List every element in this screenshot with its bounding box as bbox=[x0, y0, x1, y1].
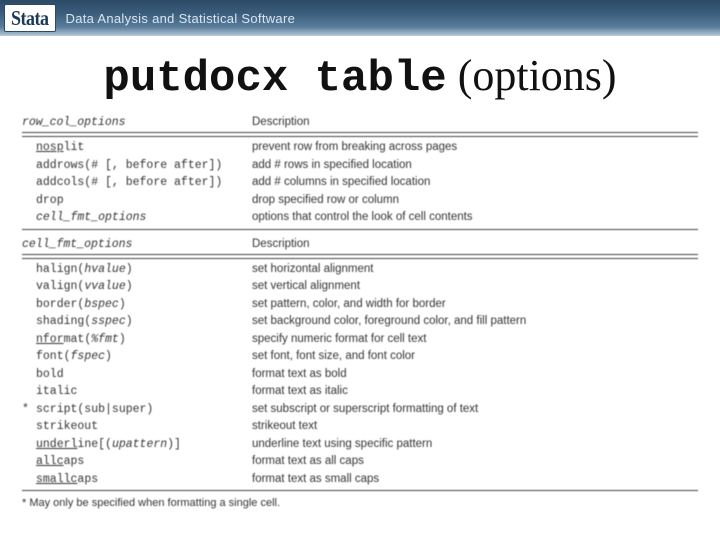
row-marker bbox=[22, 210, 36, 226]
page-title: putdocx table (options) bbox=[0, 50, 720, 104]
logo-box: Stata bbox=[4, 4, 56, 32]
row-marker bbox=[22, 332, 36, 348]
option-name: italic bbox=[36, 384, 252, 400]
option-name: addrows(# [, before after]) bbox=[36, 158, 252, 174]
option-description: drop specified row or column bbox=[252, 193, 399, 209]
option-description: set vertical alignment bbox=[252, 279, 360, 295]
section-body: halign(hvalue)set horizontal alignmentva… bbox=[22, 258, 698, 489]
title-suffix: (options) bbox=[458, 51, 617, 100]
option-row: italicformat text as italic bbox=[22, 383, 698, 401]
option-row: border(bspec)set pattern, color, and wid… bbox=[22, 296, 698, 314]
section-body: nosplitprevent row from breaking across … bbox=[22, 136, 698, 227]
tagline: Data Analysis and Statistical Software bbox=[66, 11, 296, 26]
row-marker bbox=[22, 314, 36, 330]
option-row: addrows(# [, before after])add # rows in… bbox=[22, 157, 698, 175]
option-name: bold bbox=[36, 367, 252, 383]
option-description: add # rows in specified location bbox=[252, 158, 412, 174]
option-name: addcols(# [, before after]) bbox=[36, 175, 252, 191]
option-name: nosplit bbox=[36, 140, 252, 156]
title-command: putdocx table bbox=[103, 54, 446, 104]
option-description: set background color, foreground color, … bbox=[252, 314, 526, 330]
option-name: allcaps bbox=[36, 454, 252, 470]
row-marker bbox=[22, 140, 36, 156]
option-row: shading(sspec)set background color, fore… bbox=[22, 313, 698, 331]
option-name: font(fspec) bbox=[36, 349, 252, 365]
option-description: strikeout text bbox=[252, 419, 317, 435]
option-row: strikeoutstrikeout text bbox=[22, 418, 698, 436]
option-description: format text as bold bbox=[252, 367, 347, 383]
section-header-col2: Description bbox=[252, 116, 310, 129]
section-header-col1: cell_fmt_options bbox=[22, 238, 252, 251]
section-divider bbox=[22, 229, 698, 230]
section-header-col2: Description bbox=[252, 238, 310, 251]
logo-text: Stata bbox=[11, 9, 49, 27]
row-marker bbox=[22, 158, 36, 174]
option-name: halign(hvalue) bbox=[36, 262, 252, 278]
options-content: row_col_optionsDescriptionnosplitprevent… bbox=[0, 110, 720, 509]
option-name: valign(vvalue) bbox=[36, 279, 252, 295]
row-marker: * bbox=[22, 402, 36, 418]
row-marker bbox=[22, 193, 36, 209]
option-row: dropdrop specified row or column bbox=[22, 192, 698, 210]
option-description: specify numeric format for cell text bbox=[252, 332, 426, 348]
row-marker bbox=[22, 454, 36, 470]
row-marker bbox=[22, 437, 36, 453]
row-marker bbox=[22, 419, 36, 435]
section-header: row_col_optionsDescription bbox=[22, 110, 698, 133]
option-name: script(sub|super) bbox=[36, 402, 252, 418]
option-description: format text as small caps bbox=[252, 472, 379, 488]
option-row: nformat(%fmt)specify numeric format for … bbox=[22, 331, 698, 349]
option-description: format text as italic bbox=[252, 384, 348, 400]
option-row: font(fspec)set font, font size, and font… bbox=[22, 348, 698, 366]
option-name: cell_fmt_options bbox=[36, 210, 252, 226]
row-marker bbox=[22, 262, 36, 278]
option-row: underline[(upattern)]underline text usin… bbox=[22, 436, 698, 454]
option-description: format text as all caps bbox=[252, 454, 364, 470]
option-row: nosplitprevent row from breaking across … bbox=[22, 139, 698, 157]
option-row: boldformat text as bold bbox=[22, 366, 698, 384]
option-name: shading(sspec) bbox=[36, 314, 252, 330]
option-description: underline text using specific pattern bbox=[252, 437, 432, 453]
option-row: valign(vvalue)set vertical alignment bbox=[22, 278, 698, 296]
option-name: nformat(%fmt) bbox=[36, 332, 252, 348]
section-header-col1: row_col_options bbox=[22, 116, 252, 129]
row-marker bbox=[22, 297, 36, 313]
footnote: * May only be specified when formatting … bbox=[22, 491, 698, 509]
row-marker bbox=[22, 384, 36, 400]
app-header: Stata Data Analysis and Statistical Soft… bbox=[0, 0, 720, 36]
option-name: underline[(upattern)] bbox=[36, 437, 252, 453]
option-row: *script(sub|super)set subscript or super… bbox=[22, 401, 698, 419]
row-marker bbox=[22, 349, 36, 365]
option-row: allcapsformat text as all caps bbox=[22, 453, 698, 471]
option-name: border(bspec) bbox=[36, 297, 252, 313]
option-description: add # columns in specified location bbox=[252, 175, 430, 191]
option-description: set font, font size, and font color bbox=[252, 349, 415, 365]
row-marker bbox=[22, 472, 36, 488]
row-marker bbox=[22, 367, 36, 383]
row-marker bbox=[22, 175, 36, 191]
option-row: addcols(# [, before after])add # columns… bbox=[22, 174, 698, 192]
option-name: strikeout bbox=[36, 419, 252, 435]
option-description: set horizontal alignment bbox=[252, 262, 373, 278]
option-row: cell_fmt_optionsoptions that control the… bbox=[22, 209, 698, 227]
row-marker bbox=[22, 279, 36, 295]
option-row: halign(hvalue)set horizontal alignment bbox=[22, 261, 698, 279]
section-header: cell_fmt_optionsDescription bbox=[22, 232, 698, 255]
option-description: set subscript or superscript formatting … bbox=[252, 402, 478, 418]
option-name: smallcaps bbox=[36, 472, 252, 488]
option-description: options that control the look of cell co… bbox=[252, 210, 473, 226]
option-row: smallcapsformat text as small caps bbox=[22, 471, 698, 489]
option-name: drop bbox=[36, 193, 252, 209]
option-description: prevent row from breaking across pages bbox=[252, 140, 457, 156]
option-description: set pattern, color, and width for border bbox=[252, 297, 446, 313]
